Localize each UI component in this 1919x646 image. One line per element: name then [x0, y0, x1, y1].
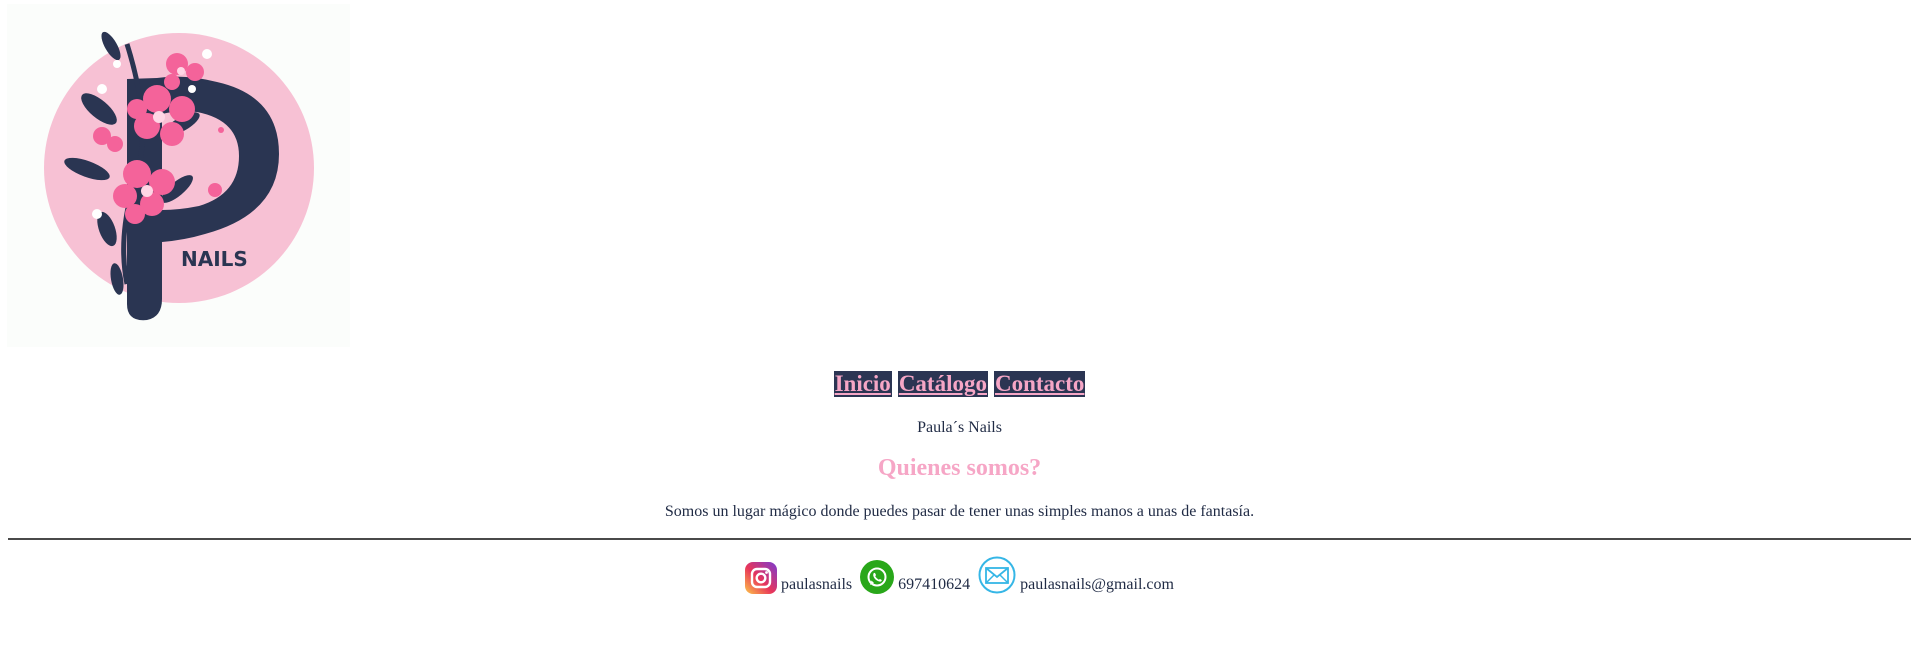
nav-link-inicio[interactable]: Inicio	[833, 371, 892, 397]
svg-text:NAILS: NAILS	[181, 247, 248, 271]
brand-name: Paula´s Nails	[917, 419, 1002, 436]
logo: NAILS	[7, 4, 350, 347]
nav-link-catalogo[interactable]: Catálogo	[897, 371, 988, 397]
pink-flower-p-logo-icon: NAILS	[44, 31, 314, 321]
main-nav: Inicio Catálogo Contacto	[0, 371, 1919, 397]
email-address[interactable]: paulasnails@gmail.com	[1020, 576, 1174, 594]
contact-email[interactable]: paulasnails@gmail.com	[978, 556, 1174, 594]
contact-footer: paulasnails 697410624 paulasnails@gmail.…	[0, 556, 1919, 594]
nav-link-contacto[interactable]: Contacto	[993, 371, 1086, 397]
instagram-handle[interactable]: paulasnails	[781, 576, 852, 594]
instagram-icon[interactable]	[745, 562, 778, 594]
page: NAILS Inicio Catálogo Contacto Paula´s Nai…	[0, 0, 1919, 646]
mail-icon[interactable]	[978, 556, 1016, 594]
about-text: Somos un lugar mágico donde puedes pasar…	[664, 503, 1255, 520]
whatsapp-number[interactable]: 697410624	[898, 576, 970, 594]
whatsapp-icon[interactable]	[860, 560, 895, 594]
contact-instagram[interactable]: paulasnails	[745, 562, 852, 594]
contact-whatsapp[interactable]: 697410624	[860, 560, 970, 594]
divider	[8, 538, 1911, 540]
about-title: Quienes somos?	[877, 455, 1042, 481]
